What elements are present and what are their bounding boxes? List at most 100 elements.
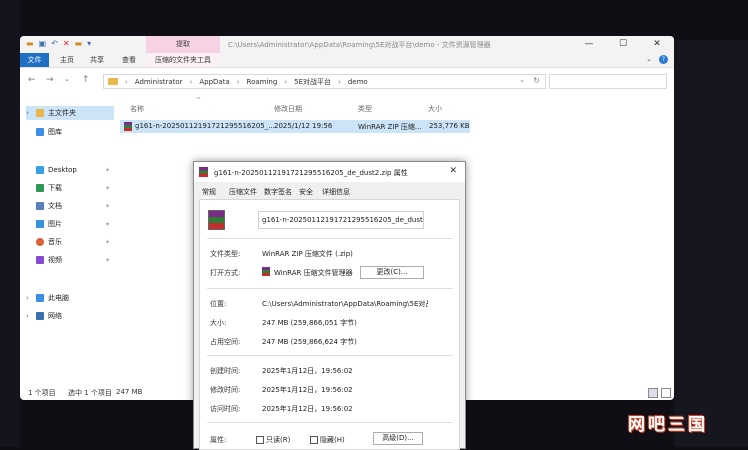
- tab-share[interactable]: 共享: [90, 53, 104, 67]
- column-headers: 名称 修改日期 类型 大小: [128, 104, 668, 116]
- tab-security[interactable]: 安全: [299, 187, 313, 197]
- sidebar-item-documents[interactable]: 文档 ✦: [26, 199, 114, 213]
- size-value: 247 MB (259,866,051 字节): [262, 319, 357, 327]
- divider: [207, 238, 453, 239]
- forward-icon[interactable]: →: [46, 75, 54, 85]
- checkbox-box[interactable]: [256, 436, 264, 444]
- tab-file[interactable]: 文件: [20, 53, 49, 67]
- refresh-icon[interactable]: ↻: [533, 76, 540, 85]
- navigation-pane: › 主文件夹 图库 Desktop ✦ 下载 ✦ 文档 ✦ 图片 ✦ 音乐 ✦ …: [20, 98, 120, 378]
- column-header-modified[interactable]: 修改日期: [274, 104, 302, 114]
- recent-dropdown-icon[interactable]: ⌄: [64, 75, 70, 83]
- file-type: WinRAR ZIP 压缩...: [358, 123, 422, 131]
- background-right-panel: [674, 40, 748, 447]
- quick-access-toolbar: ▬ ▣ ↶ ✕ ▬ ▾: [26, 39, 91, 48]
- up-icon[interactable]: ↑: [82, 75, 90, 85]
- tab-details[interactable]: 详细信息: [322, 187, 350, 197]
- hidden-checkbox[interactable]: 隐藏(H): [310, 435, 345, 445]
- chevron-right-icon[interactable]: ›: [26, 294, 34, 302]
- sidebar-item-this-pc[interactable]: › 此电脑: [26, 291, 114, 305]
- file-modified: 2025/1/12 19:56: [274, 122, 333, 130]
- column-header-name[interactable]: 名称: [130, 104, 144, 114]
- file-size: 253,776 KB: [429, 122, 470, 130]
- tab-general[interactable]: 常规: [202, 187, 216, 198]
- title-bar: ▬ ▣ ↶ ✕ ▬ ▾ 提取 C:\Users\Administrator\Ap…: [20, 36, 674, 53]
- maximize-icon[interactable]: ☐: [606, 36, 640, 53]
- tab-compressed-folder-tools[interactable]: 压缩的文件夹工具: [146, 53, 220, 67]
- undo-icon[interactable]: ↶: [51, 39, 58, 48]
- general-panel: g161-n-20250112191721295516205_de_dust2.…: [199, 199, 460, 450]
- tiles-view-icon[interactable]: [661, 388, 671, 398]
- extract-context-tab[interactable]: 提取: [146, 36, 220, 53]
- sidebar-item-music[interactable]: 音乐 ✦: [26, 235, 114, 249]
- properties-icon[interactable]: ▣: [39, 39, 47, 48]
- pin-icon[interactable]: ✦: [105, 167, 110, 174]
- disk-size-label: 占用空间:: [210, 338, 241, 346]
- winrar-icon: [208, 210, 225, 230]
- sidebar-item-desktop[interactable]: Desktop ✦: [26, 163, 114, 177]
- tab-digital-signature[interactable]: 数字签名: [264, 187, 292, 197]
- breadcrumb-item[interactable]: AppData: [199, 78, 229, 86]
- pin-icon[interactable]: ✦: [105, 257, 110, 264]
- home-icon: [36, 109, 44, 117]
- advanced-button[interactable]: 高级(D)...: [373, 432, 423, 445]
- gallery-icon: [36, 128, 44, 136]
- sidebar-item-videos[interactable]: 视频 ✦: [26, 253, 114, 267]
- pin-icon[interactable]: ✦: [105, 221, 110, 228]
- close-icon[interactable]: ✕: [640, 36, 674, 53]
- folder-icon[interactable]: ▬: [26, 39, 34, 48]
- back-icon[interactable]: ←: [28, 75, 36, 85]
- close-icon[interactable]: ✕: [449, 166, 457, 176]
- created-label: 创建时间:: [210, 367, 241, 375]
- location-value: C:\Users\Administrator\AppData\Roaming\5…: [262, 300, 428, 308]
- chevron-right-icon[interactable]: ›: [26, 312, 34, 320]
- table-row[interactable]: g161-n-20250112191721295516205_... 2025/…: [120, 120, 470, 133]
- sidebar-item-label: 网络: [48, 312, 62, 320]
- window-controls: — ☐ ✕: [572, 36, 674, 53]
- checkbox-box[interactable]: [310, 436, 318, 444]
- column-header-type[interactable]: 类型: [358, 104, 372, 114]
- properties-dialog: g161-n-20250112191721295516205_de_dust2.…: [193, 161, 466, 450]
- readonly-checkbox[interactable]: 只读(R): [256, 435, 290, 445]
- sidebar-item-home[interactable]: › 主文件夹: [26, 106, 114, 120]
- breadcrumb-item[interactable]: demo: [348, 78, 368, 86]
- change-button[interactable]: 更改(C)...: [360, 266, 424, 279]
- location-label: 位置:: [210, 300, 227, 308]
- sidebar-item-label: 主文件夹: [48, 109, 76, 117]
- pin-icon[interactable]: ✦: [105, 203, 110, 210]
- delete-icon[interactable]: ✕: [63, 39, 70, 48]
- pin-icon[interactable]: ✦: [105, 239, 110, 246]
- details-view-icon[interactable]: [648, 388, 658, 398]
- tab-archive[interactable]: 压缩文件: [229, 187, 257, 197]
- window-title: C:\Users\Administrator\AppData\Roaming\5…: [228, 41, 491, 49]
- column-header-size[interactable]: 大小: [428, 104, 442, 114]
- chevron-right-icon: ›: [236, 77, 240, 86]
- filename-field[interactable]: g161-n-20250112191721295516205_de_dust2.…: [258, 211, 424, 229]
- pin-icon[interactable]: ✦: [105, 185, 110, 192]
- accessed-label: 访问时间:: [210, 405, 241, 413]
- chevron-down-icon[interactable]: ⌄: [646, 55, 652, 63]
- sidebar-item-downloads[interactable]: 下载 ✦: [26, 181, 114, 195]
- breadcrumb-item[interactable]: Administrator: [135, 78, 183, 86]
- sidebar-item-network[interactable]: › 网络: [26, 309, 114, 323]
- chevron-right-icon: ›: [189, 77, 193, 86]
- sidebar-item-label: 图片: [48, 220, 62, 228]
- sidebar-item-label: 视频: [48, 256, 62, 264]
- breadcrumb-item[interactable]: 5E对战平台: [294, 77, 331, 87]
- breadcrumb-item[interactable]: Roaming: [247, 78, 278, 86]
- chevron-right-icon[interactable]: ›: [26, 109, 34, 117]
- tab-view[interactable]: 查看: [122, 53, 136, 67]
- help-icon[interactable]: ?: [659, 55, 668, 64]
- winrar-icon: [199, 167, 208, 177]
- created-value: 2025年1月12日，19:56:02: [262, 367, 353, 375]
- new-folder-icon[interactable]: ▬: [75, 39, 83, 48]
- sidebar-item-gallery[interactable]: 图库: [26, 125, 114, 139]
- tab-home[interactable]: 主页: [60, 53, 74, 67]
- minimize-icon[interactable]: —: [572, 36, 606, 53]
- sidebar-item-pictures[interactable]: 图片 ✦: [26, 217, 114, 231]
- chevron-down-icon[interactable]: ⌄: [519, 76, 525, 84]
- search-input[interactable]: [549, 74, 667, 89]
- chevron-down-icon[interactable]: ▾: [87, 39, 91, 48]
- address-bar[interactable]: › Administrator › AppData › Roaming › 5E…: [103, 74, 546, 89]
- this-pc-icon: [36, 294, 44, 302]
